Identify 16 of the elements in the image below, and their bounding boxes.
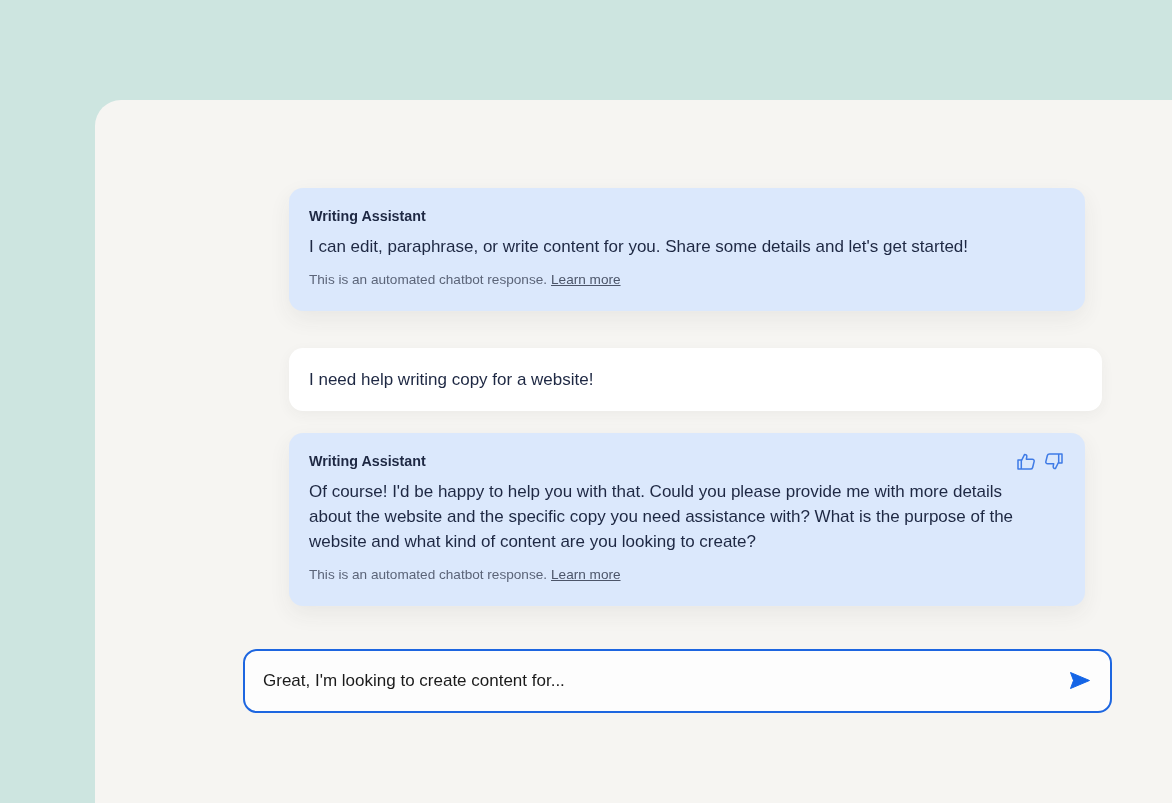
message-text: I need help writing copy for a website! [309, 369, 595, 391]
learn-more-link[interactable]: Learn more [551, 567, 621, 582]
thumbs-down-button[interactable] [1044, 452, 1063, 470]
disclaimer-text: This is an automated chatbot response. [309, 567, 548, 582]
message-text: Of course! I'd be happy to help you with that. Could you please provide me with more details about the website and the specific copy you need assistance with? What is the purpose of the website and what kind of content are you looking to create? [309, 481, 1015, 553]
sender-name: Writing Assistant [309, 452, 426, 470]
message-input[interactable]: Great, I'm looking to create content for... [243, 649, 1112, 713]
disclaimer-text: This is an automated chatbot response. [309, 272, 548, 287]
thumbs-up-icon [1017, 452, 1036, 470]
send-icon [1070, 672, 1090, 689]
sender-name: Writing Assistant [309, 207, 426, 225]
thumbs-down-icon [1044, 452, 1063, 470]
thumbs-up-button[interactable] [1017, 452, 1036, 470]
message-text: I can edit, paraphrase, or write content for you. Share some details and let's get started! [309, 236, 970, 258]
learn-more-link[interactable]: Learn more [551, 272, 621, 287]
send-button[interactable] [1070, 672, 1090, 689]
